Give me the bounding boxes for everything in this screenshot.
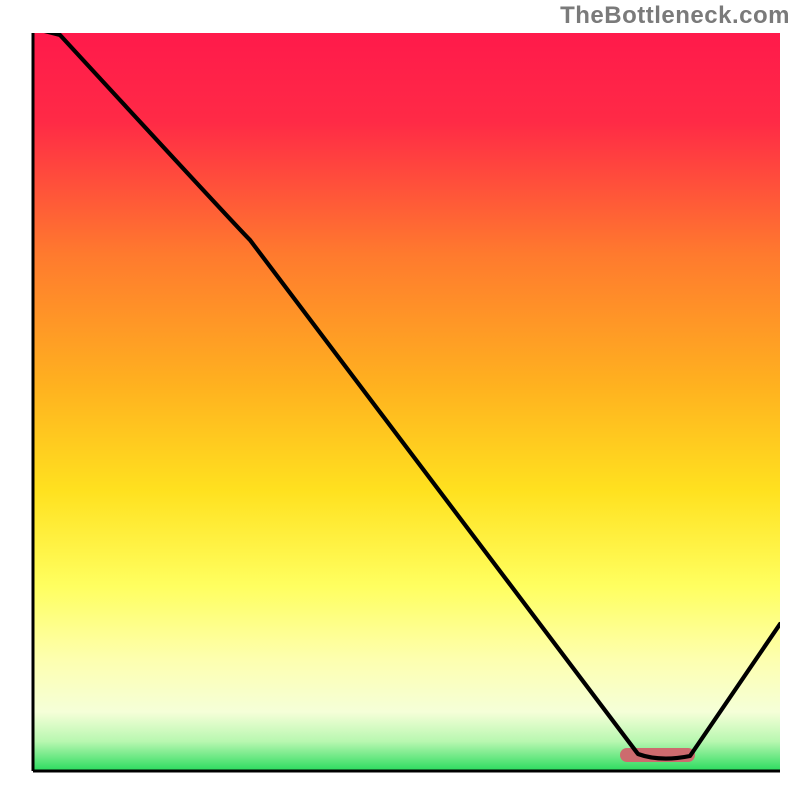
plot-background xyxy=(33,33,780,771)
chart-container: TheBottleneck.com xyxy=(0,0,800,800)
bottleneck-chart xyxy=(0,0,800,800)
watermark-label: TheBottleneck.com xyxy=(560,2,790,30)
